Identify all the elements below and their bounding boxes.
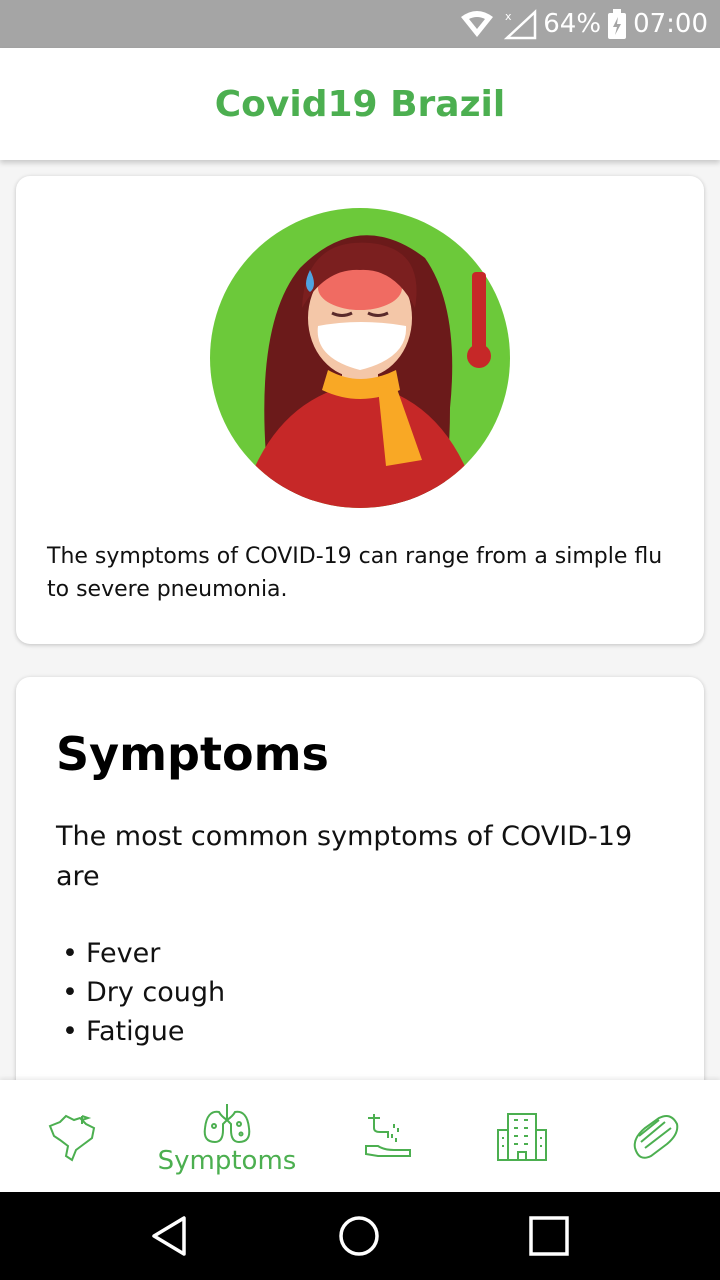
battery-icon (608, 9, 627, 39)
battery-percent: 64% (543, 9, 602, 39)
nav-item-hospitals[interactable] (450, 1080, 594, 1192)
symptoms-card: Symptoms The most common symptoms of COV… (16, 677, 704, 1080)
list-item: Fever (62, 934, 225, 973)
nav-label-symptoms: Symptoms (157, 1146, 297, 1176)
nav-item-brazil[interactable] (0, 1080, 144, 1192)
app-header: Covid19 Brazil (0, 48, 720, 160)
status-bar: x 64% 07:00 (0, 0, 720, 48)
hospital-icon (497, 1113, 547, 1161)
nav-item-masks[interactable] (583, 1080, 720, 1192)
nav-item-symptoms[interactable]: Symptoms (155, 1080, 299, 1192)
signal-icon: x (504, 9, 537, 40)
sick-person-illustration (210, 208, 510, 508)
system-navigation-bar (0, 1192, 720, 1280)
list-item: Fatigue (62, 1012, 225, 1051)
symptoms-list: Fever Dry cough Fatigue (62, 934, 225, 1051)
hand-washing-icon (365, 1114, 411, 1157)
symptoms-heading: Symptoms (56, 727, 329, 781)
clock: 07:00 (633, 9, 708, 39)
face-mask-icon (633, 1115, 679, 1159)
brazil-map-icon (48, 1114, 96, 1162)
recents-icon[interactable] (525, 1212, 573, 1260)
bottom-navigation: Symptoms (0, 1080, 720, 1192)
lungs-icon (203, 1104, 251, 1144)
home-icon[interactable] (335, 1212, 383, 1260)
intro-text: The symptoms of COVID-19 can range from … (47, 544, 663, 602)
main-content[interactable]: The symptoms of COVID-19 can range from … (0, 160, 720, 1080)
app-title: Covid19 Brazil (214, 83, 506, 125)
svg-text:x: x (505, 10, 512, 23)
wifi-icon (461, 11, 494, 37)
nav-item-prevention[interactable] (318, 1080, 462, 1192)
symptoms-intro: The most common symptoms of COVID-19 are (56, 821, 633, 892)
intro-card: The symptoms of COVID-19 can range from … (16, 176, 704, 644)
list-item: Dry cough (62, 973, 225, 1012)
back-icon[interactable] (146, 1212, 194, 1260)
